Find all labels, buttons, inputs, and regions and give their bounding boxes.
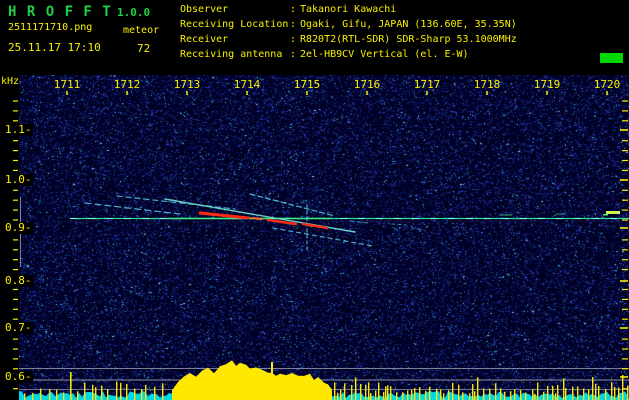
hrofft-window: H R O F F T 1.0.0 2511171710.png meteor …	[0, 0, 629, 400]
output-filename: 2511171710.png	[8, 22, 93, 33]
spectrogram-overlay	[13, 91, 629, 400]
freq-tick-label: 1.0-	[4, 173, 33, 186]
info-label: Receiver	[180, 34, 229, 45]
time-tick-label: 1717	[413, 78, 441, 91]
info-colon: :	[290, 34, 297, 45]
info-label: Receiving antenna	[180, 49, 283, 60]
time-tick-label: 1714	[233, 78, 261, 91]
time-tick-label: 1712	[113, 78, 141, 91]
info-label: Receiving Location	[180, 19, 289, 30]
info-value: R820T2(RTL-SDR) SDR-Sharp 53.1000MHz	[300, 34, 517, 45]
info-colon: :	[290, 4, 297, 15]
freq-tick-label: 0.9-	[4, 221, 33, 234]
meteor-echo-traces	[84, 193, 565, 251]
info-value: Ogaki, Gifu, JAPAN (136.60E, 35.35N)	[300, 19, 517, 30]
time-tick-label: 1718	[473, 78, 501, 91]
axis-ticks	[13, 91, 628, 390]
info-value: Takanori Kawachi	[300, 4, 397, 15]
time-tick-label: 1719	[533, 78, 561, 91]
time-tick-label: 1713	[173, 78, 201, 91]
info-label: Observer	[180, 4, 229, 15]
app-version: 1.0.0	[117, 6, 151, 19]
freq-tick-label: 0.8-	[4, 274, 33, 287]
info-value: 2el-HB9CV Vertical (el. E-W)	[300, 49, 469, 60]
freq-tick-label: 0.7-	[4, 321, 33, 334]
echo-count: 72	[137, 42, 151, 55]
time-tick-label: 1716	[353, 78, 381, 91]
info-colon: :	[290, 19, 297, 30]
date-time: 25.11.17 17:10	[8, 41, 101, 54]
observation-mode: meteor	[123, 25, 160, 36]
info-row: Receiver: R820T2(RTL-SDR) SDR-Sharp 53.10…	[180, 32, 620, 47]
carrier-highlight	[603, 211, 620, 216]
time-tick-label: 1711	[53, 78, 81, 91]
info-row: Observer: Takanori Kawachi	[180, 2, 620, 17]
freq-tick-label: 1.1-	[4, 123, 33, 136]
freq-tick-label: 0.6-	[4, 370, 33, 383]
reference-lines	[19, 197, 629, 390]
status-indicator	[600, 53, 623, 63]
info-row: Receiving antenna:2el-HB9CV Vertical (el…	[180, 47, 620, 62]
info-row: Receiving Location: Ogaki, Gifu, JAPAN (1…	[180, 17, 620, 32]
info-colon: :	[290, 49, 297, 60]
app-title: H R O F F T	[8, 4, 112, 20]
time-tick-label: 1715	[293, 78, 321, 91]
time-tick-label: 1720	[593, 78, 621, 91]
freq-axis-unit: kHz	[1, 76, 20, 87]
station-info: Observer: Takanori Kawachi Receiving Locat…	[180, 2, 620, 62]
